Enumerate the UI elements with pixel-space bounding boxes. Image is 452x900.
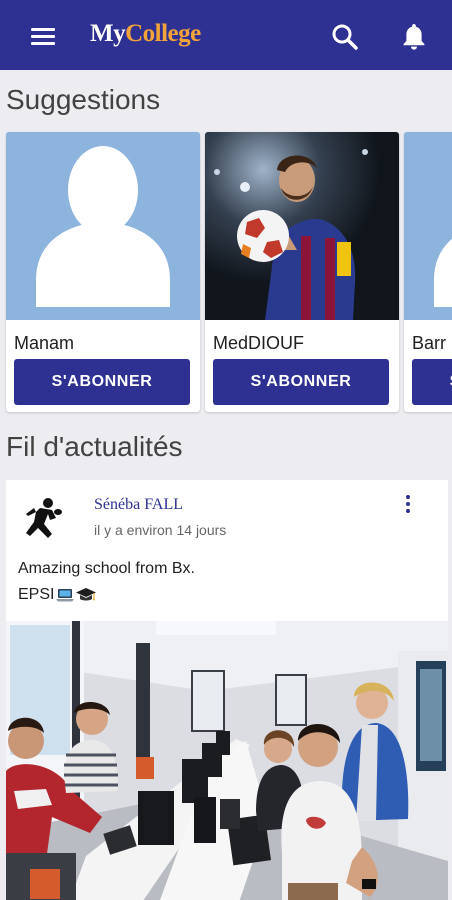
post-text-line: EPSI — [18, 586, 55, 603]
app-logo[interactable]: MyCollege — [90, 20, 201, 48]
suggestion-name: Barr — [412, 333, 447, 353]
graduation-cap-icon — [76, 588, 97, 601]
more-vert-icon — [406, 502, 410, 506]
author-avatar[interactable] — [18, 494, 66, 542]
menu-button[interactable] — [28, 24, 58, 48]
suggestions-carousel[interactable]: Manam S'ABONNER MedDIOUF S'ABONNER Barr — [0, 130, 452, 415]
suggestion-photo — [6, 132, 200, 320]
post-more-button[interactable] — [402, 494, 416, 516]
menu-icon-line — [31, 35, 55, 38]
football-runner-icon — [26, 498, 62, 538]
search-button[interactable] — [330, 22, 360, 52]
more-vert-icon — [406, 495, 410, 499]
feed-title: Fil d'actualités — [6, 431, 183, 462]
post-timestamp: il y a environ 14 jours — [94, 522, 227, 538]
subscribe-button[interactable]: S'ABONNER — [14, 359, 190, 405]
suggestion-photo — [205, 132, 399, 320]
default-avatar-icon — [404, 132, 452, 320]
classroom-photo — [6, 621, 448, 900]
suggestion-photo — [404, 132, 452, 320]
laptop-icon — [56, 589, 75, 602]
post-author[interactable]: Sénéba FALL — [94, 496, 183, 514]
search-icon — [332, 24, 358, 50]
default-avatar-icon — [6, 132, 200, 320]
logo-text-college: College — [125, 20, 201, 47]
suggestion-card[interactable]: Barr S'ABONNER — [404, 132, 452, 412]
suggestions-title: Suggestions — [6, 84, 161, 115]
subscribe-button[interactable]: S'ABONNER — [213, 359, 389, 405]
suggestion-name: MedDIOUF — [213, 333, 305, 353]
app-bar: MyCollege — [0, 0, 452, 70]
feed-post: Sénéba FALL il y a environ 14 jours Amaz… — [6, 480, 448, 900]
post-image[interactable] — [6, 621, 448, 900]
bell-icon — [403, 24, 425, 50]
menu-icon-line — [31, 28, 55, 31]
subscribe-button[interactable]: S'ABONNER — [412, 359, 452, 405]
menu-icon-line — [31, 42, 55, 45]
suggestion-name: Manam — [14, 333, 75, 353]
suggestion-card[interactable]: MedDIOUF S'ABONNER — [205, 132, 399, 412]
post-text-line-2: EPSI — [18, 586, 97, 604]
logo-text-my: My — [90, 20, 126, 47]
football-player-image — [205, 132, 399, 320]
more-vert-icon — [406, 509, 410, 513]
post-text-line: Amazing school from Bx. — [18, 560, 195, 577]
suggestion-card[interactable]: Manam S'ABONNER — [6, 132, 200, 412]
notifications-button[interactable] — [398, 20, 430, 52]
